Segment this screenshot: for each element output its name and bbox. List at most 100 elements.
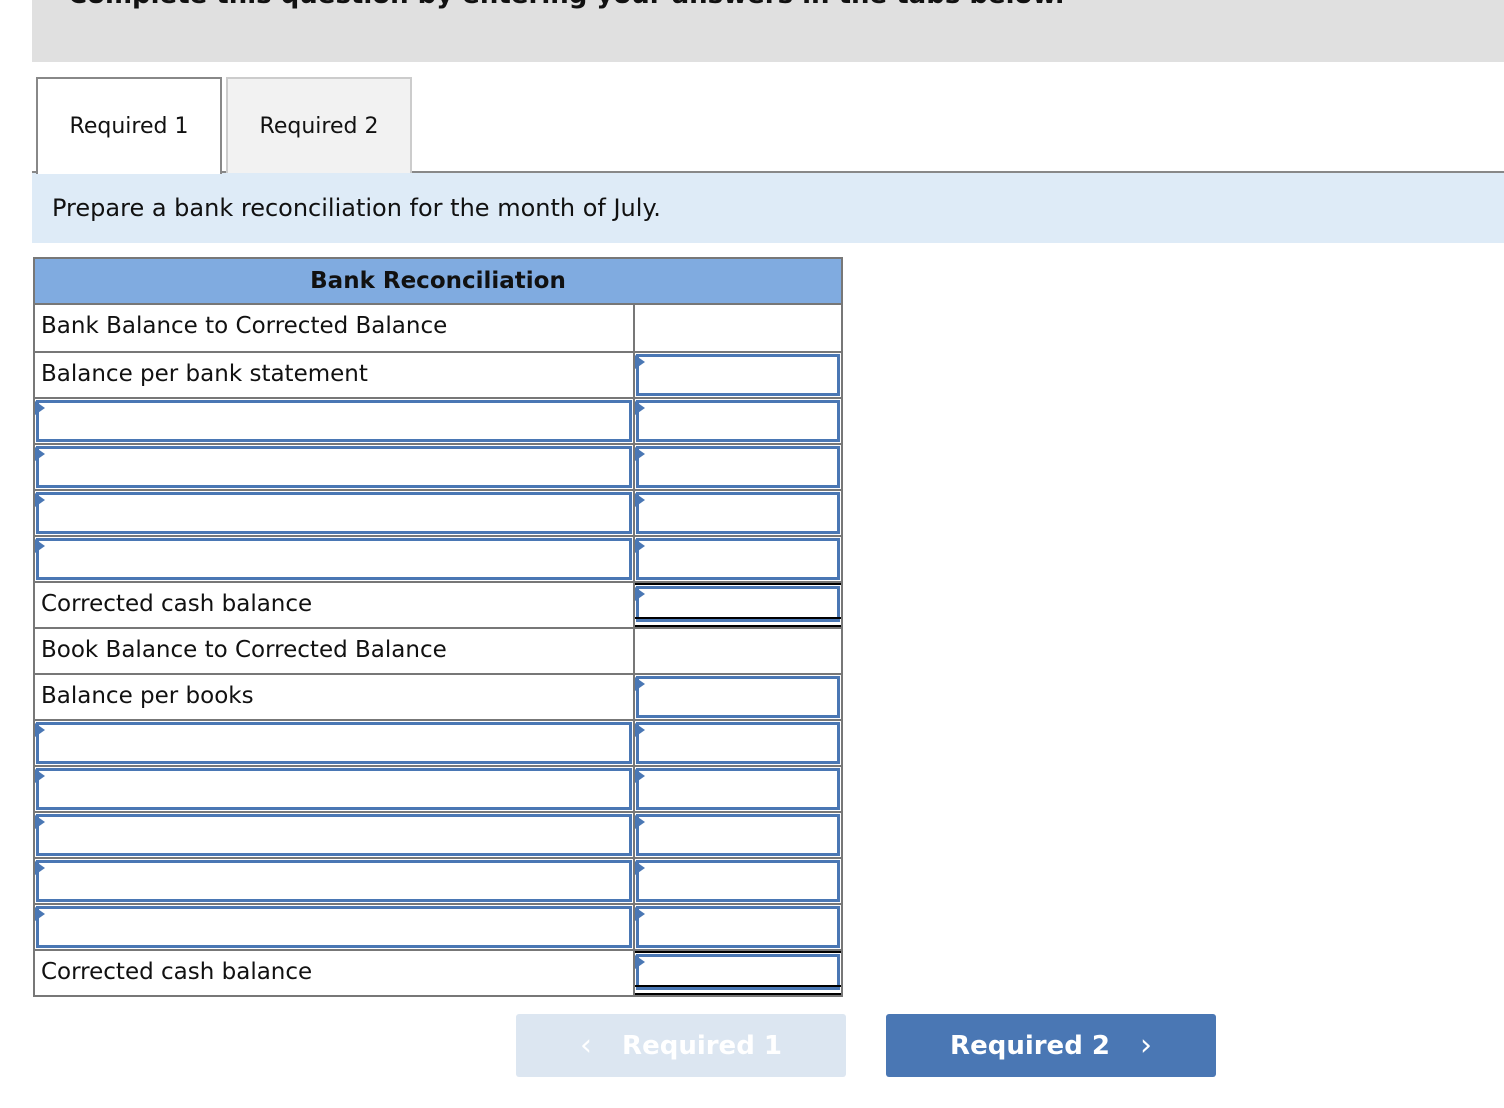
prev-button[interactable]: ‹ Required 1 [516,1014,846,1077]
dropdown-indicator-icon [35,493,45,507]
account-dropdown[interactable] [35,445,635,489]
amount-cell[interactable] [635,905,841,949]
input-indicator-icon [635,723,645,737]
amount-cell[interactable] [635,445,841,489]
input-indicator-icon [635,539,645,553]
table-row [35,489,841,535]
table-row [35,535,841,581]
amount-cell [635,305,841,351]
dropdown-field[interactable] [36,538,632,580]
dropdown-indicator-icon [35,861,45,875]
table-row: Balance per bank statement [35,351,841,397]
account-dropdown[interactable] [35,721,635,765]
banner-text: Complete this question by entering your … [68,0,1065,10]
amount-cell[interactable] [635,767,841,811]
amount-cell[interactable] [635,721,841,765]
amount-cell[interactable] [635,537,841,581]
amount-cell[interactable] [635,583,841,627]
table-row [35,903,841,949]
input-indicator-icon [635,587,645,601]
chevron-right-icon: › [1139,1028,1152,1063]
account-dropdown[interactable] [35,491,635,535]
bank-reconciliation-table: Bank Reconciliation Bank Balance to Corr… [33,257,843,997]
amount-input[interactable] [636,954,840,990]
amount-cell [635,629,841,673]
dropdown-field[interactable] [36,768,632,810]
row-label: Balance per books [35,675,635,719]
dropdown-field[interactable] [36,814,632,856]
table-title: Bank Reconciliation [35,259,841,305]
dropdown-indicator-icon [35,769,45,783]
table-row [35,811,841,857]
input-indicator-icon [635,401,645,415]
tab-required-2[interactable]: Required 2 [226,77,412,173]
amount-input[interactable] [636,586,840,622]
tab-bar: Required 1 Required 2 [32,77,1504,174]
account-dropdown[interactable] [35,537,635,581]
table-row: Balance per books [35,673,841,719]
amount-input[interactable] [636,860,840,902]
dropdown-indicator-icon [35,815,45,829]
account-dropdown[interactable] [35,767,635,811]
amount-cell[interactable] [635,399,841,443]
input-indicator-icon [635,815,645,829]
amount-cell[interactable] [635,353,841,397]
next-button[interactable]: Required 2 › [886,1014,1216,1077]
account-dropdown[interactable] [35,813,635,857]
amount-cell[interactable] [635,951,841,995]
amount-cell[interactable] [635,859,841,903]
next-button-label: Required 2 [950,1030,1110,1061]
table-row: Corrected cash balance [35,581,841,627]
row-label: Corrected cash balance [35,951,635,995]
row-label: Book Balance to Corrected Balance [35,629,635,673]
amount-input[interactable] [636,492,840,534]
account-dropdown[interactable] [35,905,635,949]
row-label: Corrected cash balance [35,583,635,627]
table-row [35,443,841,489]
amount-input[interactable] [636,814,840,856]
amount-cell[interactable] [635,675,841,719]
input-indicator-icon [635,447,645,461]
input-indicator-icon [635,677,645,691]
prev-button-label: Required 1 [622,1030,782,1061]
chevron-left-icon: ‹ [580,1028,593,1063]
amount-cell[interactable] [635,813,841,857]
dropdown-field[interactable] [36,400,632,442]
table-row [35,765,841,811]
dropdown-indicator-icon [35,907,45,921]
account-dropdown[interactable] [35,859,635,903]
table-row: Book Balance to Corrected Balance [35,627,841,673]
account-dropdown[interactable] [35,399,635,443]
dropdown-field[interactable] [36,492,632,534]
amount-input[interactable] [636,446,840,488]
amount-input[interactable] [636,768,840,810]
instructions-banner: Complete this question by entering your … [32,0,1504,62]
amount-input[interactable] [636,538,840,580]
dropdown-indicator-icon [35,401,45,415]
amount-cell[interactable] [635,491,841,535]
amount-input[interactable] [636,676,840,718]
input-indicator-icon [635,355,645,369]
amount-input[interactable] [636,722,840,764]
dropdown-field[interactable] [36,446,632,488]
table-row [35,857,841,903]
row-label: Bank Balance to Corrected Balance [35,305,635,351]
dropdown-field[interactable] [36,860,632,902]
tab-required-1[interactable]: Required 1 [36,77,222,174]
dropdown-indicator-icon [35,539,45,553]
dropdown-indicator-icon [35,447,45,461]
input-indicator-icon [635,493,645,507]
dropdown-field[interactable] [36,906,632,948]
instruction-text: Prepare a bank reconciliation for the mo… [32,173,1504,243]
input-indicator-icon [635,861,645,875]
amount-input[interactable] [636,400,840,442]
amount-input[interactable] [636,354,840,396]
dropdown-indicator-icon [35,723,45,737]
input-indicator-icon [635,769,645,783]
dropdown-field[interactable] [36,722,632,764]
table-row: Bank Balance to Corrected Balance [35,305,841,351]
input-indicator-icon [635,907,645,921]
table-row: Corrected cash balance [35,949,841,995]
table-row [35,719,841,765]
amount-input[interactable] [636,906,840,948]
